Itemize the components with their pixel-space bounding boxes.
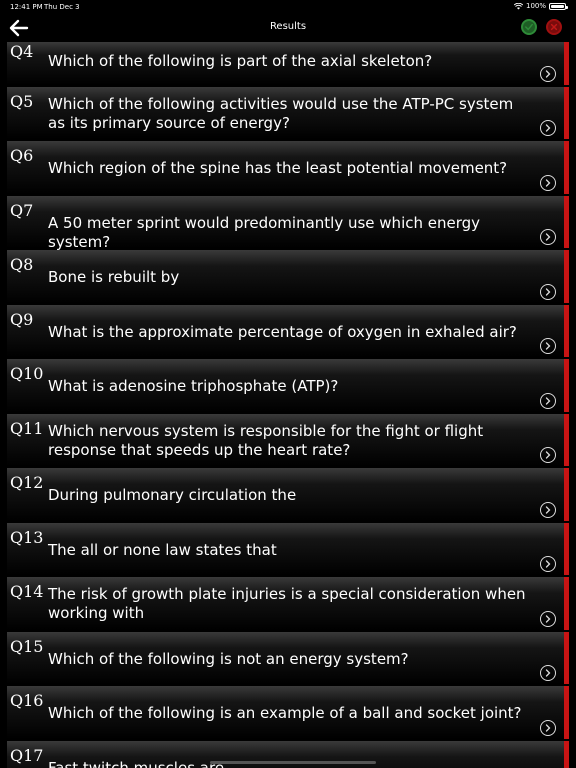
wifi-icon <box>513 2 523 9</box>
question-number: Q13 <box>10 527 44 547</box>
correct-filter-button[interactable] <box>521 19 537 35</box>
close-icon <box>550 23 558 31</box>
battery-percent: 100% <box>525 2 546 10</box>
question-number: Q16 <box>10 691 44 710</box>
scroll-indicator[interactable] <box>210 761 376 764</box>
chevron-right-icon[interactable] <box>540 610 556 627</box>
question-row[interactable]: Q8 Bone is rebuilt by <box>7 250 569 303</box>
chevron-right-icon[interactable] <box>540 719 556 736</box>
chevron-right-icon[interactable] <box>540 283 556 300</box>
question-number: Q15 <box>10 636 44 656</box>
question-number: Q8 <box>10 255 34 274</box>
navigation-bar: Results <box>0 14 576 42</box>
question-row[interactable]: Q7 A 50 meter sprint would predominantly … <box>7 195 569 251</box>
chevron-right-icon[interactable] <box>540 665 556 681</box>
question-number: Q7 <box>10 200 34 220</box>
question-text: The all or none law states that <box>48 540 277 559</box>
question-number: Q10 <box>10 364 44 383</box>
battery-icon <box>549 2 568 10</box>
chevron-right-icon[interactable] <box>540 447 556 463</box>
check-icon <box>525 23 533 31</box>
question-row[interactable]: Q12 During pulmonary circulation the <box>7 468 569 521</box>
question-row[interactable]: Q11 Which nervous system is responsible f… <box>7 413 569 466</box>
question-text: Which region of the spine has the least … <box>48 159 508 177</box>
question-row[interactable]: Q15 Which of the following is not an ener… <box>7 631 569 684</box>
chevron-right-icon[interactable] <box>540 392 556 409</box>
question-text: Which of the following is part of the ax… <box>48 52 433 70</box>
question-number: Q11 <box>10 418 44 438</box>
back-arrow-icon <box>9 19 29 37</box>
question-number: Q17 <box>10 745 44 765</box>
chevron-right-icon[interactable] <box>540 174 556 191</box>
chevron-right-icon[interactable] <box>540 556 556 572</box>
chevron-right-icon[interactable] <box>540 229 556 245</box>
question-text: What is adenosine triphosphate (ATP)? <box>48 377 339 395</box>
back-button[interactable] <box>9 19 29 37</box>
question-row[interactable]: Q9 What is the approximate percentage of … <box>7 304 569 357</box>
question-text: A 50 meter sprint would predominantly us… <box>48 213 481 251</box>
question-row[interactable]: Q4 Which of the following is part of the … <box>7 42 569 85</box>
question-number: Q5 <box>10 91 34 111</box>
status-date: Thu Dec 3 <box>44 3 80 11</box>
status-time: 12:41 PM <box>10 3 43 11</box>
chevron-right-icon[interactable] <box>540 120 556 136</box>
question-text: Which nervous system is responsible for … <box>48 421 484 459</box>
question-row[interactable]: Q5 Which of the following activities woul… <box>7 86 569 139</box>
question-text: The risk of growth plate injuries is a s… <box>48 585 526 622</box>
question-text: Bone is rebuilt by <box>48 268 180 286</box>
question-row[interactable]: Q14 The risk of growth plate injuries is … <box>7 577 569 630</box>
question-text: During pulmonary circulation the <box>48 486 297 504</box>
question-text: Which of the following is not an energy … <box>48 649 409 668</box>
results-list[interactable]: Q4 Which of the following is part of the … <box>7 42 569 768</box>
question-number: Q9 <box>10 309 34 329</box>
question-row[interactable]: Q6 Which region of the spine has the leas… <box>7 141 569 194</box>
battery-level <box>551 4 564 8</box>
question-row[interactable]: Q13 The all or none law states that <box>7 522 569 575</box>
chevron-right-icon[interactable] <box>540 338 556 354</box>
question-row[interactable]: Q10 What is adenosine triphosphate (ATP)? <box>7 359 569 412</box>
question-number: Q6 <box>10 146 34 165</box>
incorrect-filter-button[interactable] <box>546 19 562 35</box>
question-text: Which of the following activities would … <box>48 94 514 132</box>
question-number: Q14 <box>10 582 44 601</box>
status-bar: 12:41 PM Thu Dec 3 100% <box>0 0 576 14</box>
question-number: Q12 <box>10 473 44 492</box>
page-title: Results <box>269 21 307 32</box>
question-text: What is the approximate percentage of ox… <box>48 322 517 341</box>
question-text: Which of the following is an example of … <box>48 704 522 722</box>
chevron-right-icon[interactable] <box>540 501 556 518</box>
question-number: Q4 <box>10 42 34 61</box>
chevron-right-icon[interactable] <box>540 65 556 82</box>
question-row[interactable]: Q16 Which of the following is an example … <box>7 686 569 739</box>
status-indicators: 100% <box>513 2 568 10</box>
